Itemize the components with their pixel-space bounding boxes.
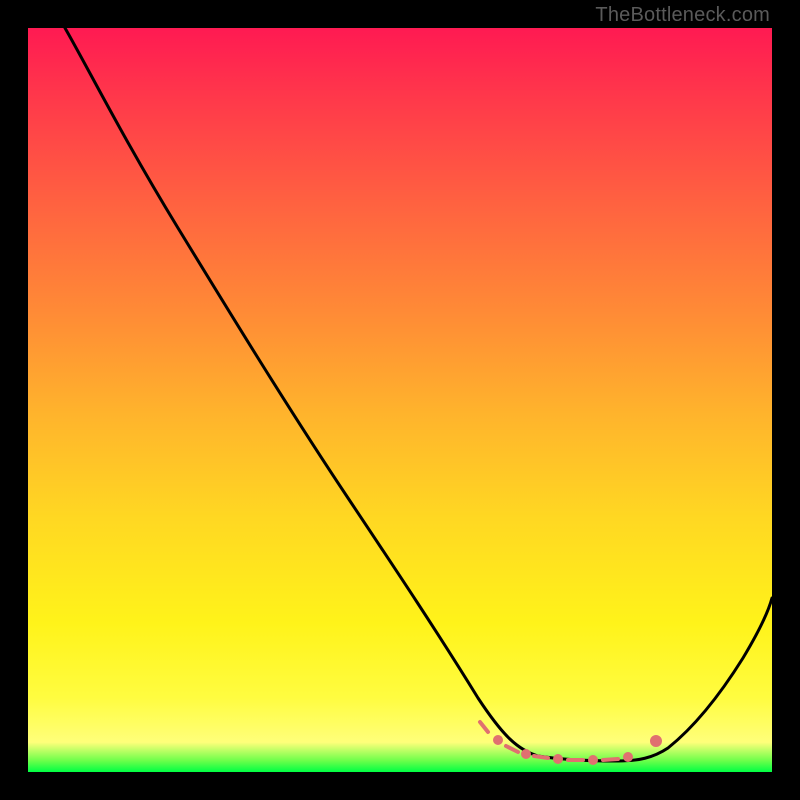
- watermark-text: TheBottleneck.com: [595, 4, 770, 27]
- bottleneck-curve: [65, 28, 772, 761]
- chart-svg: [28, 28, 772, 772]
- optimal-range-markers: [480, 722, 660, 763]
- plot-area: [28, 28, 772, 772]
- chart-frame: TheBottleneck.com: [0, 0, 800, 800]
